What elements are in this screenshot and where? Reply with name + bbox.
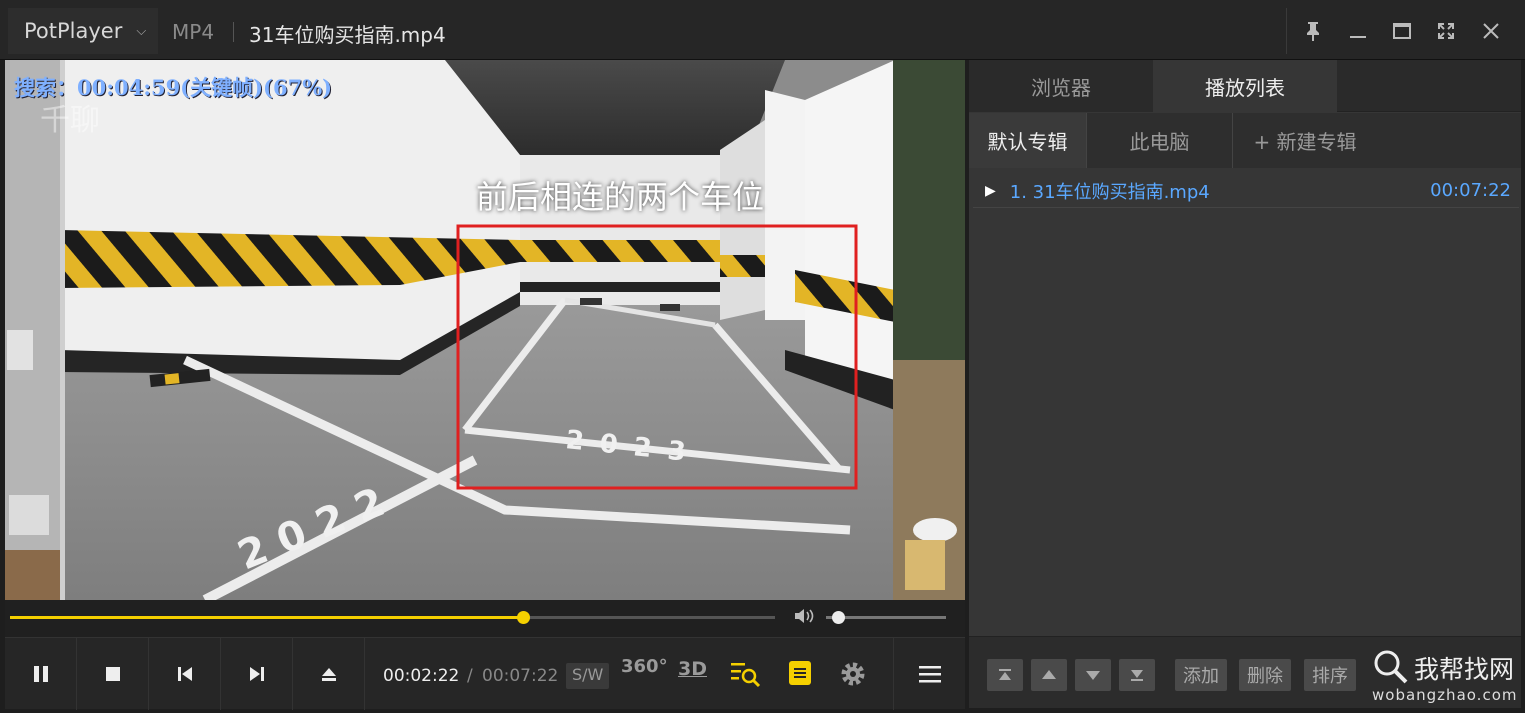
- 3d-button[interactable]: 3D: [678, 658, 707, 680]
- seek-handle[interactable]: [516, 611, 530, 624]
- playlist-item-name: 1. 31车位购买指南.mp4: [1009, 181, 1210, 203]
- site-name: 我帮找网: [1414, 655, 1515, 684]
- video-caption: 前后相连的两个车位: [476, 178, 765, 216]
- tab-browser[interactable]: 浏览器: [969, 60, 1153, 112]
- panel-tabs: 浏览器 播放列表: [969, 60, 1521, 112]
- divider: [233, 22, 234, 42]
- chevron-down-icon: ⌵: [136, 23, 147, 39]
- now-playing-icon: ▶: [985, 182, 996, 199]
- tab-playlist[interactable]: 播放列表: [1153, 60, 1337, 112]
- stop-icon: [105, 667, 120, 681]
- previous-button[interactable]: [149, 638, 221, 710]
- minimize-icon: [1349, 36, 1366, 38]
- eject-button[interactable]: [293, 638, 365, 710]
- arrow-up-icon: [1042, 670, 1056, 679]
- delete-button[interactable]: 删除: [1239, 659, 1291, 691]
- tab-this-pc[interactable]: 此电脑: [1087, 113, 1233, 168]
- stop-button[interactable]: [77, 638, 149, 710]
- time-separator: /: [467, 666, 473, 686]
- playlist-panel: 浏览器 播放列表 默认专辑 此电脑 + 新建专辑 ▶ 1. 31车位购买指南.m…: [969, 60, 1521, 708]
- pause-button[interactable]: [5, 638, 77, 710]
- file-format: MP4: [172, 20, 215, 44]
- move-bottom-button[interactable]: [1119, 659, 1155, 691]
- subtitle-search-button[interactable]: [729, 660, 763, 693]
- volume-icon[interactable]: [793, 606, 817, 631]
- playlist-icon: [789, 661, 811, 685]
- video-frame[interactable]: 2023 2022: [5, 60, 965, 600]
- vr-360-button[interactable]: 360°: [621, 656, 668, 677]
- seek-progress-fill: [10, 616, 523, 619]
- move-down-button[interactable]: [1075, 659, 1111, 691]
- window-controls: [1286, 8, 1517, 54]
- current-time: 00:02:22: [383, 666, 460, 686]
- video-watermark: 千聊: [40, 103, 100, 138]
- move-up-button[interactable]: [1031, 659, 1067, 691]
- arrow-down-icon: [1086, 671, 1100, 680]
- parking-garage-scene: 2023 2022: [5, 60, 965, 600]
- playlist-item-duration: 00:07:22: [1430, 180, 1511, 201]
- list-search-icon: [731, 663, 761, 688]
- album-tabs: 默认专辑 此电脑 + 新建专辑: [969, 113, 1521, 168]
- file-title: 31车位购买指南.mp4: [249, 23, 446, 47]
- control-bar: 00:02:22 / 00:07:22 S/W 360° 3D: [5, 637, 965, 710]
- tab-default-album[interactable]: 默认专辑: [969, 113, 1087, 168]
- title-bar: PotPlayer ⌵ MP4 31车位购买指南.mp4: [0, 0, 1525, 60]
- sw-toggle-button[interactable]: S/W: [566, 663, 610, 689]
- app-menu-button[interactable]: PotPlayer ⌵: [8, 8, 158, 54]
- playlist-toggle-button[interactable]: [788, 660, 812, 691]
- skip-previous-icon: [177, 667, 192, 681]
- app-name: PotPlayer: [24, 19, 123, 43]
- seek-bar[interactable]: [10, 611, 775, 624]
- eject-icon: [321, 668, 336, 681]
- close-icon: [1483, 23, 1499, 39]
- add-button[interactable]: 添加: [1175, 659, 1227, 691]
- playlist-item[interactable]: ▶ 1. 31车位购买指南.mp4 00:07:22: [973, 174, 1519, 208]
- close-button[interactable]: [1475, 15, 1507, 47]
- total-time: 00:07:22: [482, 666, 559, 686]
- gear-icon: [841, 662, 865, 686]
- settings-button[interactable]: [839, 660, 867, 693]
- pin-button[interactable]: [1297, 15, 1329, 47]
- site-watermark: 我帮找网 wobangzhao.com: [1372, 648, 1522, 710]
- maximize-button[interactable]: [1386, 15, 1418, 47]
- minimize-button[interactable]: [1342, 15, 1374, 47]
- site-url: wobangzhao.com: [1372, 686, 1518, 704]
- skip-next-icon: [249, 667, 264, 681]
- pin-icon: [1307, 22, 1320, 41]
- fullscreen-button[interactable]: [1430, 15, 1462, 47]
- move-top-button[interactable]: [987, 659, 1023, 691]
- volume-slider[interactable]: [826, 611, 946, 624]
- new-album-button[interactable]: + 新建专辑: [1233, 113, 1377, 168]
- magnifier-icon: [1374, 650, 1408, 684]
- 3d-label: 3D: [678, 658, 707, 680]
- vr-360-label: 360°: [621, 656, 668, 677]
- move-to-bottom-icon: [1131, 670, 1143, 681]
- maximize-icon: [1392, 23, 1411, 39]
- move-to-top-icon: [999, 669, 1011, 680]
- potplayer-window: PotPlayer ⌵ MP4 31车位购买指南.mp4 2023 2022 搜…: [0, 0, 1525, 713]
- fullscreen-icon: [1438, 23, 1455, 39]
- sort-button[interactable]: 排序: [1304, 659, 1356, 691]
- pause-icon: [33, 666, 48, 682]
- main-menu-button[interactable]: [893, 638, 965, 710]
- next-button[interactable]: [221, 638, 293, 710]
- volume-handle[interactable]: [832, 611, 845, 624]
- hamburger-menu-icon: [918, 666, 941, 683]
